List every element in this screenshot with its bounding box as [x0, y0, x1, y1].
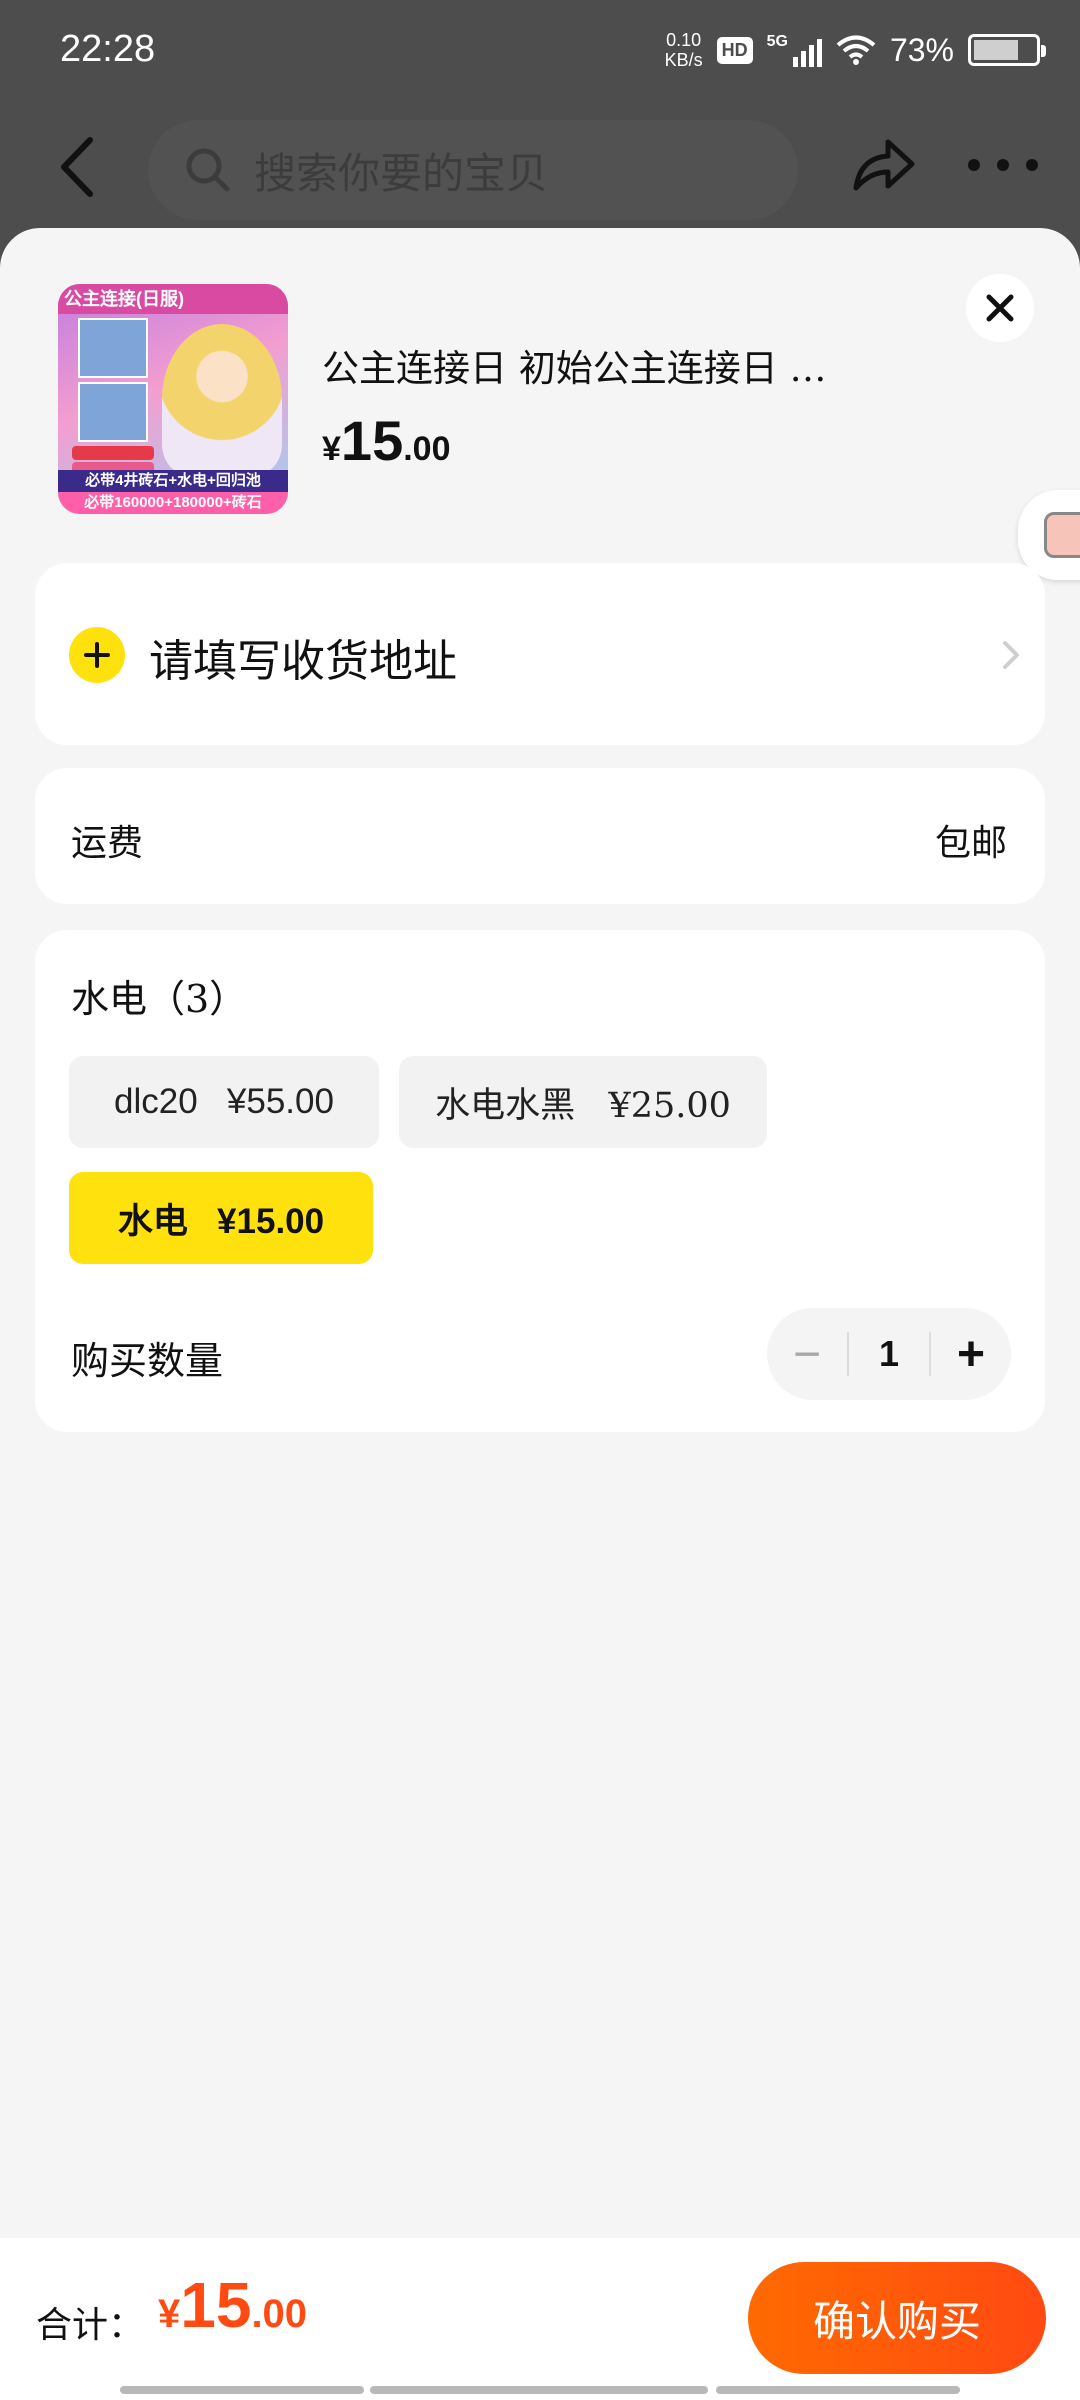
quantity-stepper: − 1 +	[767, 1308, 1011, 1400]
network-speed: 0.10 KB/s	[665, 30, 703, 70]
total-symbol: ¥	[158, 2292, 181, 2336]
spec-card: 水电（3） dlc20 ¥55.00 水电水黑 ¥25.00 水电 ¥15.00…	[35, 930, 1045, 1432]
plus-glyph	[84, 642, 110, 668]
thumbnail-header-text: 公主连接(日服)	[58, 284, 288, 314]
purchase-sheet: 公主连接(日服) 必带4井砖石+水电+回归池 必带160000+180000+砖…	[0, 228, 1080, 2400]
quantity-increase-button[interactable]: +	[931, 1308, 1011, 1400]
back-button[interactable]	[50, 132, 110, 202]
signal-bar	[792, 57, 798, 67]
quantity-value[interactable]: 1	[847, 1332, 931, 1376]
spec-option[interactable]: dlc20 ¥55.00	[69, 1056, 379, 1148]
close-button[interactable]	[966, 274, 1034, 342]
top-nav: 搜索你要的宝贝	[0, 110, 1080, 220]
signal-bar	[808, 45, 814, 67]
spec-title: 水电（3）	[71, 977, 248, 1021]
quantity-decrease-button[interactable]: −	[767, 1308, 847, 1400]
shipping-value: 包邮	[934, 823, 1007, 864]
search-input[interactable]: 搜索你要的宝贝	[148, 120, 798, 220]
thumbnail-character	[162, 324, 282, 474]
total-integer: 15	[180, 2269, 252, 2341]
hd-icon: HD	[716, 36, 753, 64]
total-label: 合计：	[36, 2305, 145, 2346]
gesture-bar	[370, 2386, 708, 2394]
more-dot	[968, 159, 980, 171]
chevron-right-icon	[1003, 641, 1019, 669]
wifi-icon	[836, 35, 876, 65]
shipping-label: 运费	[71, 823, 144, 864]
total-price: ¥15.00	[158, 2268, 307, 2342]
thumbnail-panel	[78, 318, 148, 378]
status-time: 22:28	[60, 28, 156, 70]
product-price: ¥15.00	[322, 408, 450, 473]
price-symbol: ¥	[322, 430, 341, 468]
thumbnail-tag	[72, 446, 154, 460]
close-icon	[986, 294, 1014, 322]
confirm-purchase-button[interactable]: 确认购买	[748, 2262, 1046, 2374]
battery-icon	[968, 34, 1046, 66]
network-type-label: 5G	[766, 33, 788, 50]
quantity-label: 购买数量	[71, 1339, 224, 1383]
gesture-bar	[120, 2386, 364, 2394]
product-thumbnail: 公主连接(日服) 必带4井砖石+水电+回归池 必带160000+180000+砖…	[58, 284, 288, 514]
floating-avatar-icon	[1044, 512, 1080, 558]
spec-option[interactable]: 水电水黑 ¥25.00	[399, 1056, 767, 1148]
shipping-card: 运费 包邮	[35, 768, 1045, 904]
status-bar: 22:28 0.10 KB/s HD 5G 73%	[0, 0, 1080, 110]
search-icon	[186, 148, 230, 192]
signal-bar	[816, 39, 822, 67]
signal-bar	[800, 51, 806, 67]
search-placeholder: 搜索你要的宝贝	[254, 148, 549, 198]
status-icons: 0.10 KB/s HD 5G 73%	[665, 30, 1046, 70]
more-dot	[997, 159, 1009, 171]
total-decimal: .00	[251, 2292, 308, 2336]
price-integer: 15	[340, 409, 404, 472]
more-dot	[1026, 159, 1038, 171]
spec-option-selected[interactable]: 水电 ¥15.00	[69, 1172, 373, 1264]
share-arrow-icon	[853, 139, 915, 191]
more-button[interactable]	[968, 150, 1038, 180]
battery-percent: 73%	[889, 31, 954, 68]
bottom-bar: 合计： ¥15.00 确认购买	[0, 2238, 1080, 2400]
product-header: 公主连接(日服) 必带4井砖石+水电+回归池 必带160000+180000+砖…	[0, 228, 1080, 558]
product-title: 公主连接日 初始公主连接日 …	[322, 347, 827, 390]
network-speed-value: 0.10	[666, 30, 702, 50]
battery-fill	[974, 40, 1018, 60]
plus-icon	[69, 627, 125, 683]
thumbnail-panel	[78, 382, 148, 442]
address-label: 请填写收货地址	[149, 636, 457, 687]
network-speed-unit: KB/s	[664, 50, 703, 70]
signal-5g-icon: 5G	[767, 33, 822, 67]
chevron-left-icon	[61, 137, 93, 197]
price-decimal: .00	[403, 430, 451, 468]
thumbnail-band-2: 必带160000+180000+砖石	[58, 492, 288, 514]
gesture-bar	[716, 2386, 960, 2394]
share-button[interactable]	[848, 130, 918, 200]
address-card[interactable]: 请填写收货地址	[35, 563, 1045, 745]
thumbnail-band-1: 必带4井砖石+水电+回归池	[58, 470, 288, 492]
